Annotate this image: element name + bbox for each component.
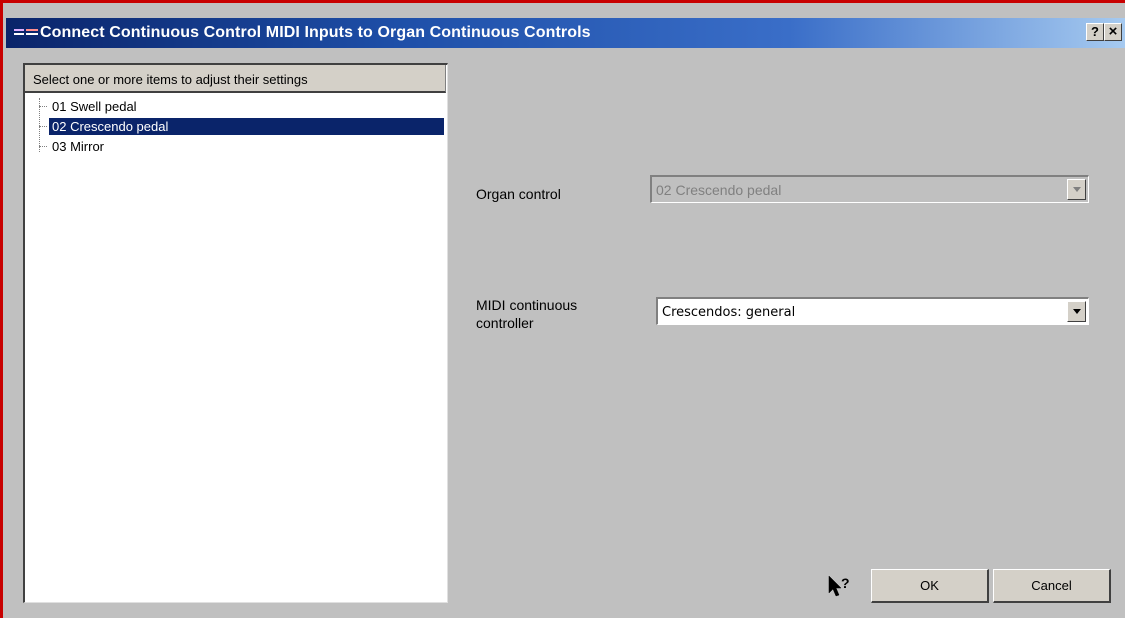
- midi-controller-label-line2: controller: [476, 315, 534, 331]
- dropdown-arrow-icon[interactable]: [1067, 179, 1086, 200]
- close-button[interactable]: ×: [1104, 23, 1122, 41]
- list-item-swell-pedal[interactable]: 01 Swell pedal: [37, 98, 452, 115]
- midi-controller-select[interactable]: Crescendos: general: [656, 297, 1089, 325]
- ok-button[interactable]: OK: [871, 569, 989, 603]
- tree-branch: [39, 106, 47, 107]
- list-header[interactable]: Select one or more items to adjust their…: [25, 65, 446, 93]
- list-item-label: 02 Crescendo pedal: [52, 119, 169, 134]
- dialog-window: Connect Continuous Control MIDI Inputs t…: [0, 0, 1125, 618]
- title-bar[interactable]: Connect Continuous Control MIDI Inputs t…: [6, 18, 1125, 48]
- tree-branch: [39, 146, 47, 147]
- list-item-crescendo-pedal[interactable]: 02 Crescendo pedal: [37, 118, 452, 135]
- organ-control-label: Organ control: [476, 186, 561, 202]
- organ-control-select[interactable]: 02 Crescendo pedal: [650, 175, 1089, 203]
- organ-control-value: 02 Crescendo pedal: [656, 182, 782, 198]
- window-title: Connect Continuous Control MIDI Inputs t…: [40, 24, 591, 41]
- help-title-button[interactable]: ?: [1086, 23, 1104, 41]
- midi-controller-value: Crescendos: general: [662, 305, 796, 320]
- list-item-label: 01 Swell pedal: [52, 99, 137, 114]
- item-list[interactable]: Select one or more items to adjust their…: [23, 63, 448, 603]
- organ-pipes-icon: [14, 29, 38, 35]
- midi-controller-label-line1: MIDI continuous: [476, 297, 578, 313]
- context-help-cursor-icon[interactable]: ?: [826, 573, 852, 599]
- list-item-mirror[interactable]: 03 Mirror: [37, 138, 452, 155]
- midi-controller-label: MIDI continuous controller: [476, 296, 577, 332]
- tree-branch: [39, 126, 47, 127]
- svg-text:?: ?: [841, 575, 850, 591]
- cancel-button[interactable]: Cancel: [993, 569, 1111, 603]
- dropdown-arrow-icon[interactable]: [1067, 301, 1086, 322]
- list-item-label: 03 Mirror: [52, 139, 105, 154]
